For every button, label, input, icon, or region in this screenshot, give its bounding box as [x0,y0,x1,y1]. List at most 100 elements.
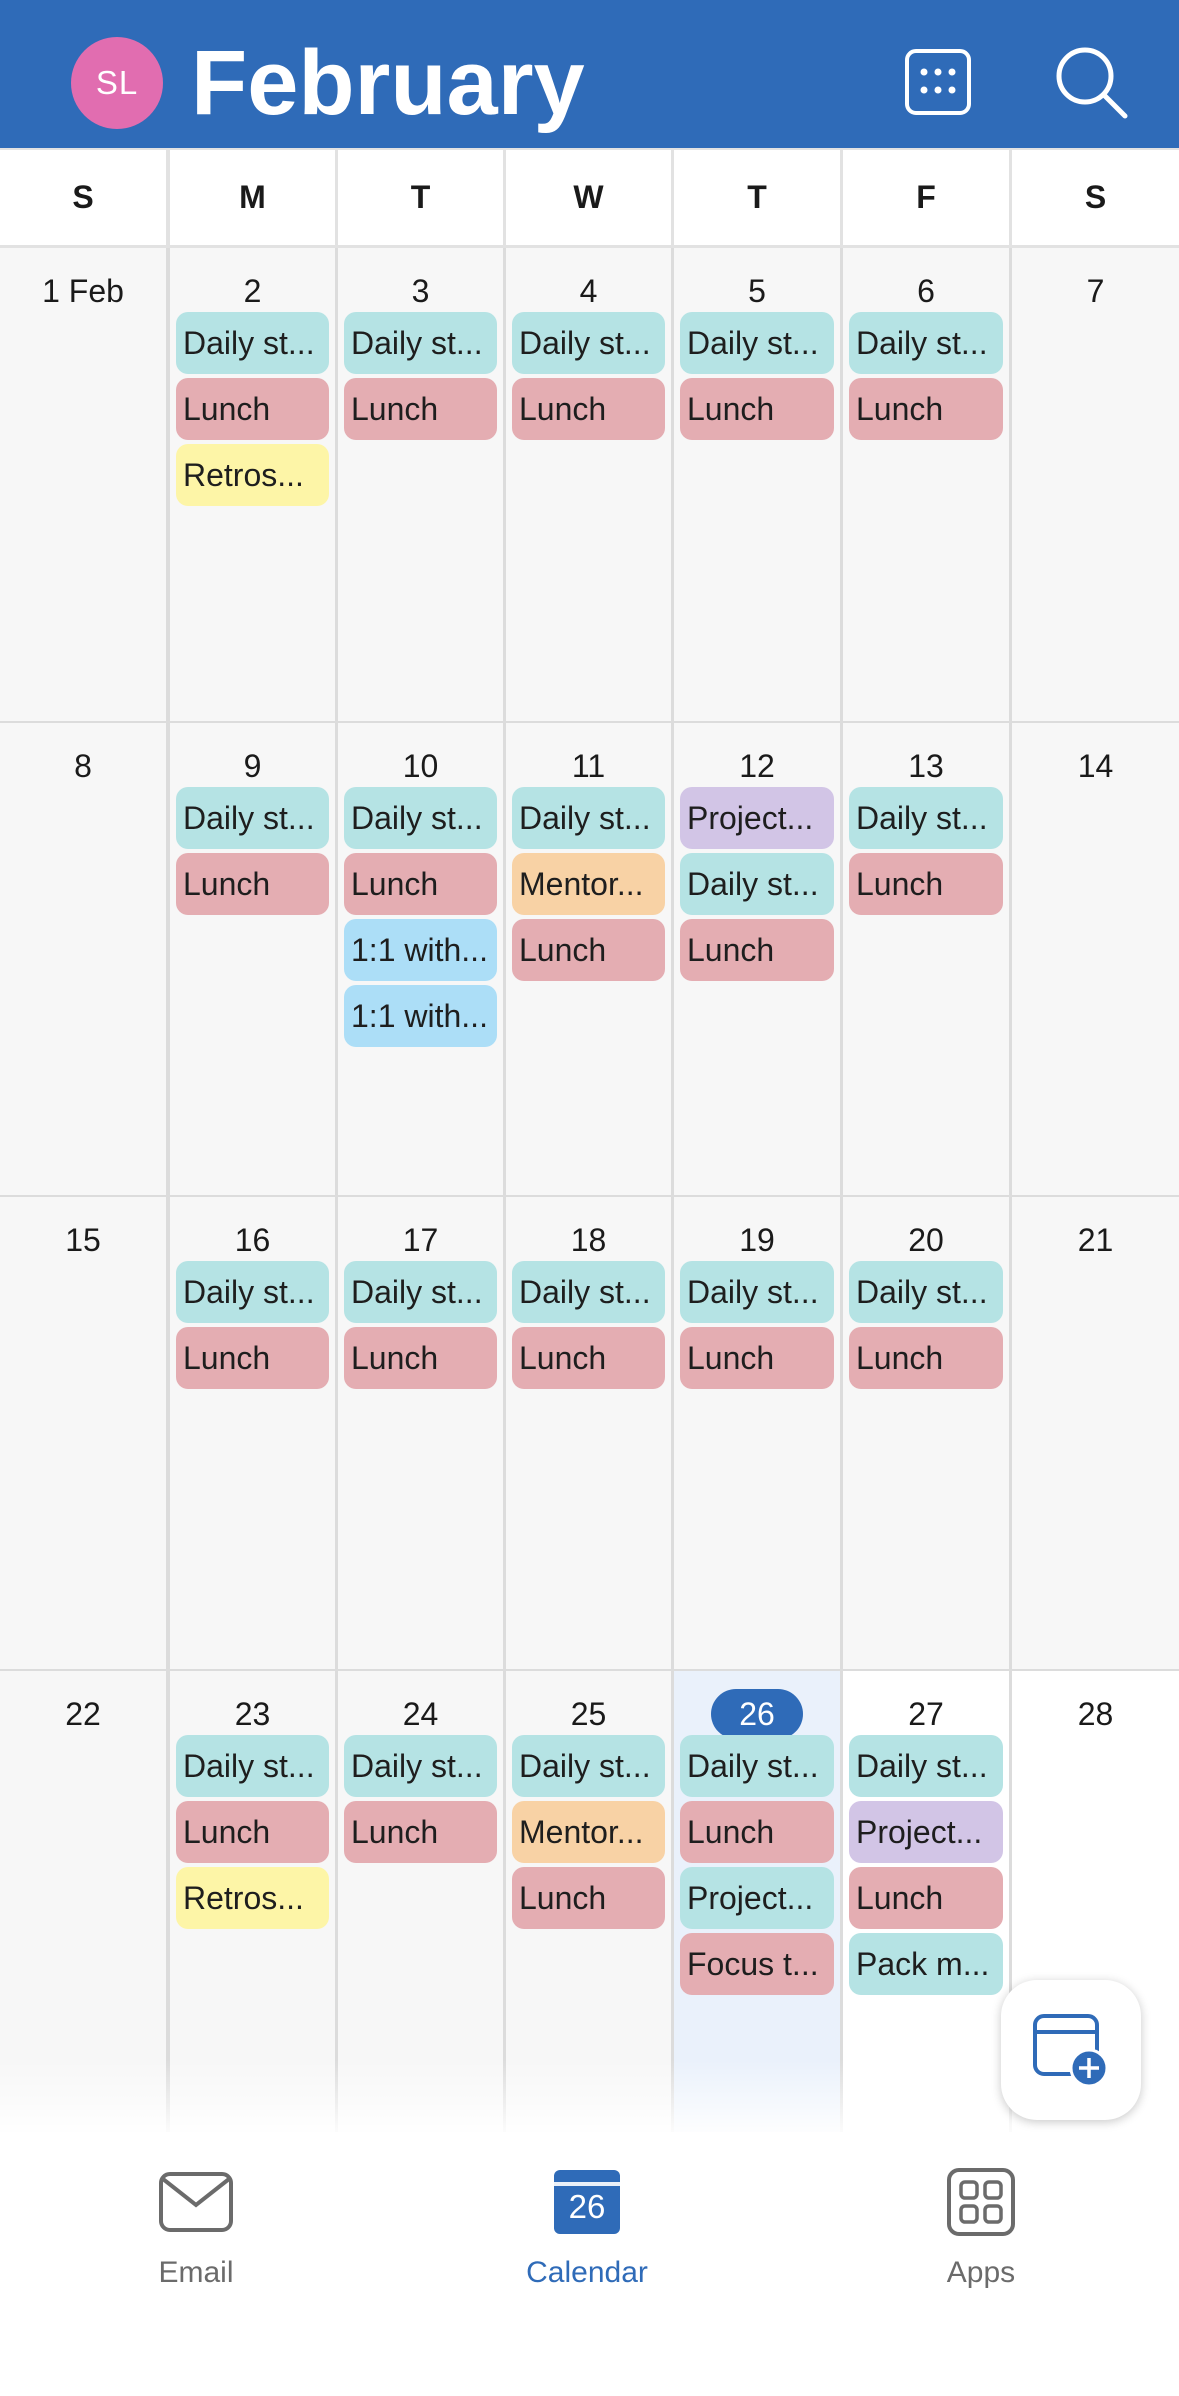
day-number: 18 [506,1217,671,1263]
nav-calendar-label: Calendar [526,2256,648,2289]
event-chip[interactable]: Lunch [344,1801,497,1863]
event-chip[interactable]: Daily st... [680,853,834,915]
event-chip[interactable]: Daily st... [176,787,329,849]
day-number: 17 [338,1217,503,1263]
nav-email[interactable]: Email [46,2162,346,2312]
day-number-text: 7 [1086,273,1105,309]
avatar[interactable]: SL [71,37,163,129]
day-cell[interactable]: 4 Daily st... Lunch [506,248,671,721]
event-chip[interactable]: Daily st... [680,312,834,374]
event-chip[interactable]: Lunch [680,1801,834,1863]
month-grid: 1 Feb 2 Daily st... Lunch Retros... 3 Daily st… [0,248,1179,2132]
day-number: 25 [506,1691,671,1737]
day-number: 4 [506,268,671,314]
event-chip[interactable]: Daily st... [512,1261,665,1323]
day-cell[interactable]: 7 [1012,248,1179,721]
event-chip[interactable]: Daily st... [512,787,665,849]
day-cell[interactable]: 20 Daily st... Lunch [843,1197,1009,1669]
event-chip[interactable]: Lunch [344,378,497,440]
event-chip[interactable]: Lunch [680,378,834,440]
event-chip[interactable]: Daily st... [849,1261,1003,1323]
event-chip[interactable]: Daily st... [849,312,1003,374]
event-chip[interactable]: Daily st... [680,1261,834,1323]
event-chip[interactable]: Daily st... [512,1735,665,1797]
day-cell[interactable]: 3 Daily st... Lunch [338,248,503,721]
day-cell[interactable]: 21 [1012,1197,1179,1669]
nav-apps-label: Apps [946,2256,1016,2289]
nav-calendar[interactable]: 26 Calendar [437,2162,737,2312]
event-chip[interactable]: Lunch [344,1327,497,1389]
event-chip[interactable]: Daily st... [176,1261,329,1323]
nav-apps[interactable]: Apps [831,2162,1131,2312]
event-chip[interactable]: Daily st... [176,312,329,374]
event-chip[interactable]: Lunch [680,1327,834,1389]
event-chip[interactable]: Project... [680,787,834,849]
event-chip[interactable]: Lunch [512,378,665,440]
month-title[interactable]: February [191,28,585,138]
event-chip[interactable]: Lunch [344,853,497,915]
event-chip[interactable]: Daily st... [680,1735,834,1797]
day-number-text: 1 Feb [42,273,124,309]
day-cell[interactable]: 6 Daily st... Lunch [843,248,1009,721]
day-cell[interactable]: 1 Feb [0,248,166,721]
calendar-icon-date: 26 [568,2188,606,2225]
event-chip[interactable]: Lunch [512,1867,665,1929]
event-chip[interactable]: Lunch [849,853,1003,915]
day-number: 14 [1012,743,1179,789]
search-button[interactable] [1048,42,1134,122]
day-cell[interactable]: 13 Daily st... Lunch [843,723,1009,1195]
event-chip[interactable]: Pack m... [849,1933,1003,1995]
event-chip[interactable]: Daily st... [344,1735,497,1797]
event-chip[interactable]: 1:1 with... [344,985,497,1047]
nav-email-label: Email [158,2256,234,2289]
weekday-label: T [338,150,503,245]
day-cell[interactable]: 14 [1012,723,1179,1195]
day-cell[interactable]: 8 [0,723,166,1195]
calendar-icon: 26 [547,2162,627,2242]
event-chip[interactable]: Lunch [680,919,834,981]
event-chip[interactable]: Daily st... [344,1261,497,1323]
event-chip[interactable]: Daily st... [344,312,497,374]
event-chip[interactable]: Retros... [176,1867,329,1929]
event-chip[interactable]: Project... [680,1867,834,1929]
day-cell[interactable]: 2 Daily st... Lunch Retros... [170,248,335,721]
search-icon [1056,47,1128,119]
day-number: 12 [674,743,840,789]
event-chip[interactable]: Mentor... [512,853,665,915]
event-chip[interactable]: Lunch [512,919,665,981]
day-cell[interactable]: 17 Daily st... Lunch [338,1197,503,1669]
event-chip[interactable]: Lunch [176,1327,329,1389]
day-cell[interactable]: 15 [0,1197,166,1669]
event-chip[interactable]: Daily st... [512,312,665,374]
event-chip[interactable]: Daily st... [849,787,1003,849]
day-number-text: 4 [579,273,598,309]
day-cell[interactable]: 9 Daily st... Lunch [170,723,335,1195]
day-cell[interactable]: 16 Daily st... Lunch [170,1197,335,1669]
day-cell[interactable]: 10 Daily st... Lunch 1:1 with... 1:1 with... [338,723,503,1195]
day-cell[interactable]: 18 Daily st... Lunch [506,1197,671,1669]
day-cell[interactable]: 12 Project... Daily st... Lunch [674,723,840,1195]
event-chip[interactable]: Lunch [849,1327,1003,1389]
day-number-text: 17 [402,1222,439,1258]
event-chip[interactable]: Focus t... [680,1933,834,1995]
day-cell[interactable]: 5 Daily st... Lunch [674,248,840,721]
event-chip[interactable]: Retros... [176,444,329,506]
new-event-button[interactable] [1001,1980,1141,2120]
event-chip[interactable]: Lunch [176,853,329,915]
event-chip[interactable]: Project... [849,1801,1003,1863]
event-chip[interactable]: Lunch [176,1801,329,1863]
event-chip[interactable]: Lunch [849,1867,1003,1929]
event-chip[interactable]: Daily st... [849,1735,1003,1797]
event-chip[interactable]: Lunch [512,1327,665,1389]
event-chip[interactable]: Daily st... [344,787,497,849]
event-chip[interactable]: Lunch [176,378,329,440]
event-chip[interactable]: Mentor... [512,1801,665,1863]
event-chip[interactable]: Daily st... [176,1735,329,1797]
day-number: 1 Feb [0,268,166,314]
day-cell[interactable]: 19 Daily st... Lunch [674,1197,840,1669]
event-chip[interactable]: Lunch [849,378,1003,440]
day-cell[interactable]: 11 Daily st... Mentor... Lunch [506,723,671,1195]
calendar-view-button[interactable] [895,42,981,122]
event-chip[interactable]: 1:1 with... [344,919,497,981]
day-number-text: 20 [908,1222,944,1258]
